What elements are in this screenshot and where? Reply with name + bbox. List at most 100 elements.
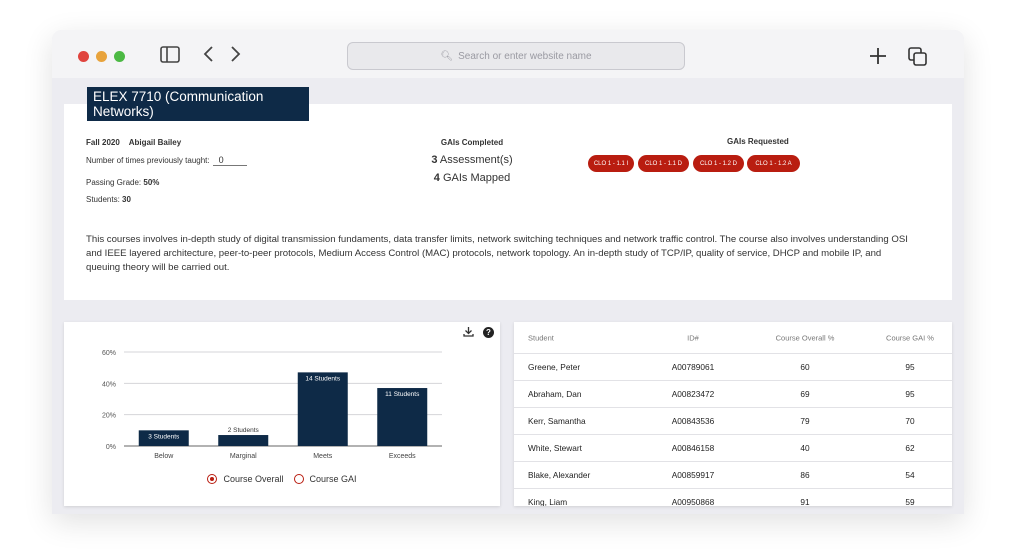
table-cell: 86 (800, 470, 810, 480)
x-category-label: Marginal (230, 453, 257, 460)
table-cell: Kerr, Samantha (528, 416, 586, 426)
gai-chip[interactable]: CLO 1 - 1.2 D (693, 155, 744, 172)
times-taught-row: Number of times previously taught: 0 (86, 155, 247, 166)
bar-chart-svg: 0% 20% 40% 60% 3 Students Below 2 Students Marg… (102, 350, 442, 460)
radio-selected-icon[interactable] (207, 474, 218, 484)
table-row[interactable]: Greene, Peter A00789061 60 95 (514, 354, 952, 381)
x-category-label: Meets (313, 453, 333, 460)
bar-data-label: 14 Students (305, 375, 340, 382)
table-row[interactable]: White, Stewart A00846158 40 62 (514, 435, 952, 462)
passing-grade-value: 50% (143, 178, 160, 187)
table-cell: Blake, Alexander (528, 470, 591, 480)
table-cell: 59 (905, 497, 915, 506)
table-cell: White, Stewart (528, 443, 582, 453)
students-row: Students: 30 (86, 195, 131, 204)
url-search-bar[interactable]: 🔍︎ Search or enter website name (347, 42, 685, 70)
gai-chip[interactable]: CLO 1 - 1.2 A (747, 155, 800, 172)
legend-label: Course GAI (309, 474, 357, 484)
course-instructor: Abigail Bailey (128, 138, 182, 147)
course-title: ELEX 7710 (Communication Networks) (87, 87, 309, 121)
gais-completed-section: GAIs Completed 3 Assessment(s) 4 GAIs Ma… (397, 138, 547, 184)
y-tick-label: 40% (102, 381, 116, 388)
minimize-window-button[interactable] (96, 51, 107, 62)
table-row[interactable]: Abraham, Dan A00823472 69 95 (514, 381, 952, 408)
bar-data-label: 2 Students (228, 427, 260, 434)
table-cell: 60 (800, 362, 810, 372)
times-taught-value[interactable]: 0 (212, 155, 247, 166)
table-cell: A00823472 (671, 389, 715, 399)
gais-mapped-label: GAIs Mapped (442, 172, 511, 184)
bar-data-label: 11 Students (385, 391, 420, 398)
bar-data-label: 3 Students (148, 433, 180, 440)
table-cell: Greene, Peter (528, 362, 581, 372)
radio-unselected-icon[interactable] (293, 474, 304, 484)
column-header[interactable]: ID# (668, 333, 718, 342)
x-category-label: Exceeds (389, 453, 416, 460)
table-cell: 62 (905, 443, 915, 453)
chart-legend: Course Overall Course GAI (64, 474, 500, 484)
search-placeholder: Search or enter website name (458, 50, 592, 62)
table-cell: 40 (800, 443, 810, 453)
grade-distribution-chart: 0% 20% 40% 60% 3 Students Below 2 Students Marg… (64, 322, 500, 506)
close-window-button[interactable] (78, 51, 89, 62)
table-cell: King, Liam (528, 497, 568, 506)
table-cell: 54 (905, 470, 915, 480)
legend-course-overall[interactable]: Course Overall (207, 474, 284, 484)
students-value: 30 (122, 195, 131, 204)
table-row[interactable]: King, Liam A00950868 91 59 (514, 489, 952, 506)
assessments-label: Assessment(s) (439, 154, 513, 166)
column-header[interactable]: Course GAI % (880, 333, 940, 342)
help-icon[interactable]: ? (483, 327, 494, 338)
gai-chip[interactable]: CLO 1 - 1.1 D (638, 155, 689, 172)
table-row[interactable]: Blake, Alexander A00859917 86 54 (514, 462, 952, 489)
table-cell: A00789061 (671, 362, 715, 372)
table-cell: 70 (905, 416, 915, 426)
back-arrow-icon[interactable] (202, 45, 214, 68)
sidebar-toggle-icon[interactable] (160, 46, 180, 68)
new-tab-plus-icon[interactable] (868, 46, 888, 71)
table-cell: A00846158 (671, 443, 715, 453)
course-term: Fall 2020 (86, 138, 120, 147)
zoom-window-button[interactable] (114, 51, 125, 62)
gai-chip[interactable]: CLO 1 - 1.1 I (588, 155, 634, 172)
y-tick-label: 0% (106, 444, 116, 451)
forward-arrow-icon[interactable] (230, 45, 242, 68)
table-cell: 79 (800, 416, 810, 426)
passing-grade-label: Passing Grade: (86, 178, 142, 187)
gais-mapped-stat: 4 GAIs Mapped (397, 172, 547, 184)
column-header[interactable]: Course Overall % (770, 333, 840, 342)
table-cell: 91 (800, 497, 810, 506)
assessments-count: 3 (431, 154, 438, 166)
column-header[interactable]: Student (528, 333, 554, 342)
y-tick-label: 60% (102, 350, 116, 357)
student-table: Student ID# Course Overall % Course GAI % Gr… (514, 322, 952, 506)
table-header-row: Student ID# Course Overall % Course GAI % (514, 322, 952, 354)
legend-label: Course Overall (223, 474, 284, 484)
times-taught-label: Number of times previously taught: (86, 156, 210, 165)
gais-completed-header: GAIs Completed (440, 138, 504, 147)
y-tick-label: 20% (102, 413, 116, 420)
table-cell: A00843536 (671, 416, 715, 426)
course-term-instructor: Fall 2020 Abigail Bailey (86, 138, 181, 147)
x-category-label: Below (154, 453, 174, 460)
table-cell: Abraham, Dan (528, 389, 582, 399)
browser-window: 🔍︎ Search or enter website name Fall 202… (52, 30, 964, 514)
legend-course-gai[interactable]: Course GAI (293, 474, 357, 484)
table-row[interactable]: Kerr, Samantha A00843536 79 70 (514, 408, 952, 435)
assessments-stat: 3 Assessment(s) (397, 154, 547, 166)
table-cell: 95 (905, 389, 915, 399)
table-cell: 69 (800, 389, 810, 399)
passing-grade-row: Passing Grade: 50% (86, 178, 159, 187)
browser-toolbar: 🔍︎ Search or enter website name (52, 30, 964, 78)
bar (218, 435, 269, 446)
search-icon: 🔍︎ (440, 50, 454, 62)
table-cell: 95 (905, 362, 915, 372)
gais-mapped-count: 4 (433, 172, 440, 184)
table-cell: A00859917 (671, 470, 715, 480)
gais-requested-header: GAIs Requested (727, 137, 789, 146)
course-description: This courses involves in-depth study of … (86, 234, 908, 273)
bar (297, 372, 348, 446)
tab-overview-icon[interactable] (908, 47, 928, 72)
students-label: Students: (86, 195, 120, 204)
table-cell: A00950868 (671, 497, 715, 506)
